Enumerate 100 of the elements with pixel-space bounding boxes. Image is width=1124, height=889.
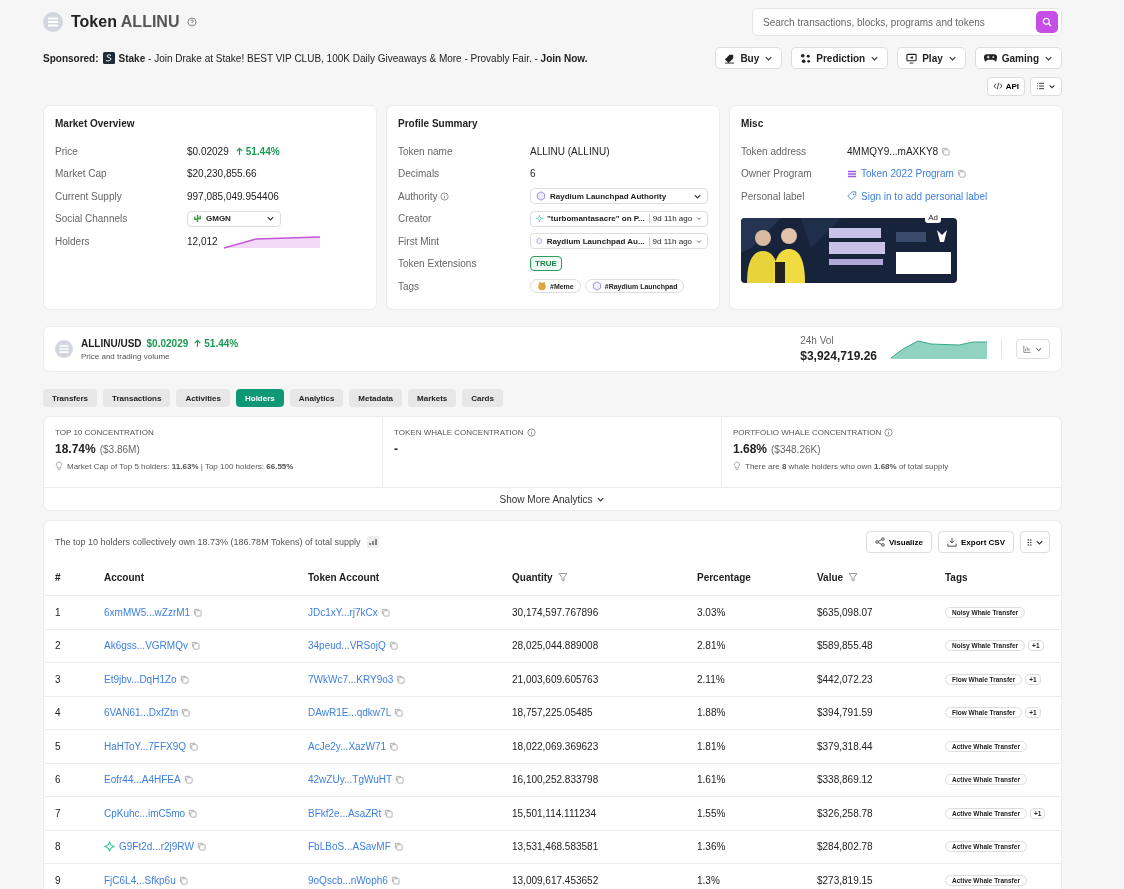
search-field[interactable]: Search transactions, blocks, programs and tokens bbox=[761, 15, 1036, 29]
account-link[interactable]: Et9jbv...DqH1Zo bbox=[104, 673, 177, 685]
tab[interactable]: Activities bbox=[176, 389, 230, 407]
tab[interactable]: Holders bbox=[235, 389, 284, 407]
copy-icon[interactable] bbox=[390, 875, 400, 885]
account-link[interactable]: Ak6gss...VGRMQv bbox=[104, 640, 188, 652]
tab[interactable]: Transfers bbox=[43, 389, 98, 407]
token-account-link[interactable]: 42wZUy...TgWuHT bbox=[308, 774, 393, 786]
filter-icon[interactable] bbox=[557, 572, 568, 582]
value-cell-text: $589,855.48 bbox=[817, 640, 874, 652]
field-label: Holders bbox=[55, 235, 90, 247]
token-account-link[interactable]: 34peud...VRSojQ bbox=[308, 640, 386, 652]
pair-price: $0.02029 bbox=[146, 337, 189, 349]
program-link[interactable]: Token 2022 Program bbox=[847, 168, 954, 180]
copy-icon[interactable] bbox=[183, 775, 193, 785]
tab[interactable]: Markets bbox=[408, 389, 457, 407]
gamepad-icon bbox=[983, 53, 997, 63]
tab[interactable]: Metadata bbox=[349, 389, 403, 407]
grip-icon bbox=[1026, 537, 1032, 547]
copy-icon[interactable] bbox=[956, 169, 966, 179]
copy-icon[interactable] bbox=[179, 674, 189, 684]
stat-value: 1.68% bbox=[733, 442, 768, 456]
field-value: 997,085,049.954406 bbox=[187, 190, 280, 202]
chart-type-button[interactable] bbox=[1016, 339, 1050, 359]
account-link[interactable]: 6VAN61...DxfZtn bbox=[104, 707, 179, 719]
token-account-link[interactable]: 7WkWc7...KRY9o3 bbox=[308, 673, 394, 685]
copy-icon[interactable] bbox=[181, 708, 191, 718]
token-account-link[interactable]: FbLBoS...ASavMF bbox=[308, 841, 391, 853]
download-icon bbox=[947, 537, 957, 547]
token-account-link[interactable]: BFkf2e...AsaZRt bbox=[308, 807, 382, 819]
list-view-button[interactable] bbox=[1030, 76, 1062, 96]
toolbar-button[interactable]: Export CSV bbox=[938, 531, 1014, 553]
stat-subvalue: ($3.86M) bbox=[99, 444, 140, 455]
select-field[interactable]: Raydium Launchpad Au... 9d 11h ago bbox=[530, 233, 708, 250]
field-label: Token name bbox=[398, 145, 453, 157]
account-link[interactable]: HaHToY...7FFX9Q bbox=[104, 740, 187, 752]
tab[interactable]: Transactions bbox=[103, 389, 171, 407]
copy-icon[interactable] bbox=[193, 607, 203, 617]
token-account-link[interactable]: 9oQscb...nWoph6 bbox=[308, 874, 388, 886]
select-field[interactable]: "turbomantasacre" on P... 9d 11h ago bbox=[530, 210, 708, 227]
search-button[interactable] bbox=[1036, 11, 1058, 33]
copy-icon[interactable] bbox=[188, 808, 198, 818]
select-field[interactable]: Raydium Launchpad Authority bbox=[530, 188, 708, 205]
copy-icon[interactable] bbox=[941, 146, 951, 156]
copy-icon[interactable] bbox=[178, 875, 188, 885]
tag-icon bbox=[847, 191, 857, 202]
token-account-link[interactable]: DAwR1E...qdkw7L bbox=[308, 707, 392, 719]
sign-in-link[interactable]: Sign in to add personal label bbox=[847, 190, 1051, 202]
column-header: Quantity bbox=[512, 571, 568, 583]
toolbar-button[interactable]: Visualize bbox=[865, 531, 932, 553]
menu-button[interactable]: Gaming bbox=[974, 47, 1062, 69]
stat-value: - bbox=[394, 442, 398, 456]
tab[interactable]: Cards bbox=[462, 389, 503, 407]
account-link[interactable]: Eofr44...A4HFEA bbox=[104, 774, 181, 786]
copy-icon[interactable] bbox=[189, 741, 199, 751]
quantity-cell-text: 18,757,225.05485 bbox=[512, 707, 594, 719]
copy-icon[interactable] bbox=[388, 641, 398, 651]
copy-icon[interactable] bbox=[384, 808, 394, 818]
sponsored-label: Sponsored: bbox=[43, 52, 99, 64]
copy-icon[interactable] bbox=[196, 842, 206, 852]
account-link[interactable]: G9Ft2d...r2j9RW bbox=[104, 841, 194, 853]
menu-button[interactable]: Buy bbox=[715, 47, 783, 69]
holders-summary: The top 10 holders collectively own 18.73% (186.78M Tokens) of total supply bbox=[55, 537, 361, 547]
column-header: Percentage bbox=[697, 571, 751, 583]
copy-icon[interactable] bbox=[389, 741, 399, 751]
tab[interactable]: Analytics bbox=[289, 389, 344, 407]
card-title: Profile Summary bbox=[398, 118, 479, 129]
show-more-button[interactable]: Show More Analytics bbox=[493, 492, 612, 506]
stat-label: TOKEN WHALE CONCENTRATION bbox=[394, 428, 536, 437]
field-label: Tags bbox=[398, 280, 420, 292]
copy-icon[interactable] bbox=[394, 708, 404, 718]
menu-button[interactable]: Prediction bbox=[791, 47, 889, 69]
quantity-cell-text: 21,003,609.605763 bbox=[512, 673, 600, 685]
chart-icon[interactable] bbox=[366, 536, 379, 548]
field-label: Social Channels bbox=[55, 213, 128, 225]
token-account-link[interactable]: JDc1xY...rj7kCx bbox=[308, 606, 378, 618]
field-label: First Mint bbox=[398, 235, 440, 247]
account-link[interactable]: CpKuhc...imC5mo bbox=[104, 807, 186, 819]
token-logo-icon bbox=[55, 340, 73, 358]
percentage-cell-text: 1.81% bbox=[697, 740, 727, 752]
value-cell-text: $394,791.59 bbox=[817, 707, 874, 719]
search-box[interactable]: Search transactions, blocks, programs and tokens bbox=[752, 8, 1062, 36]
copy-icon[interactable] bbox=[190, 641, 200, 651]
copy-icon[interactable] bbox=[393, 842, 403, 852]
help-icon[interactable] bbox=[187, 17, 198, 27]
copy-icon[interactable] bbox=[380, 607, 390, 617]
percentage-cell-text: 1.88% bbox=[697, 707, 727, 719]
select-field[interactable]: GMGN bbox=[187, 210, 281, 227]
account-link[interactable]: 6xmMW5...wZzrM1 bbox=[104, 606, 191, 618]
menu-button[interactable]: Play bbox=[897, 47, 966, 69]
stat-value: 18.74% bbox=[55, 442, 96, 456]
token-account-link[interactable]: AcJe2y...XazW71 bbox=[308, 740, 387, 752]
account-link[interactable]: FjC6L4...Sfkp6u bbox=[104, 874, 176, 886]
quantity-cell-text: 18,022,069.369623 bbox=[512, 740, 600, 752]
columns-menu-button[interactable] bbox=[1020, 531, 1050, 553]
api-button[interactable]: API bbox=[986, 76, 1025, 96]
copy-icon[interactable] bbox=[395, 775, 405, 785]
monitor-icon bbox=[906, 52, 918, 64]
filter-icon[interactable] bbox=[848, 572, 859, 582]
copy-icon[interactable] bbox=[396, 674, 406, 684]
